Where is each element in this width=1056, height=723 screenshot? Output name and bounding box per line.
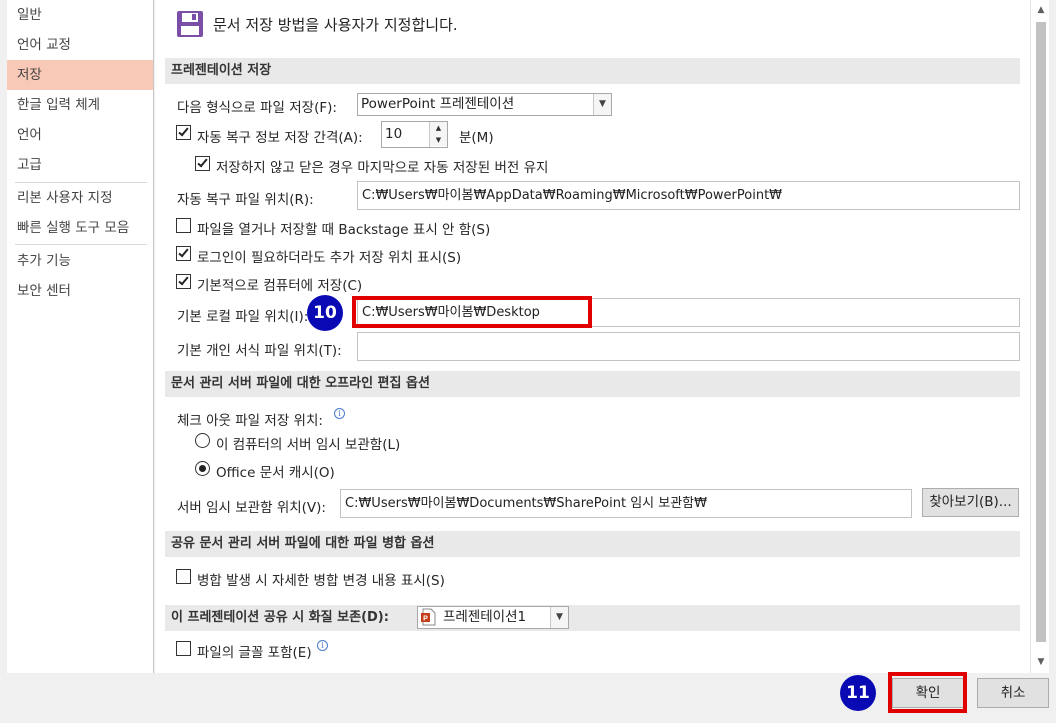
- save-to-computer-label: 기본적으로 컴퓨터에 저장(C): [197, 278, 363, 294]
- save-format-value: PowerPoint 프레젠테이션: [361, 96, 515, 112]
- no-backstage-checkbox[interactable]: [176, 218, 191, 233]
- sidebar-item-korean-input[interactable]: 한글 입력 체계: [7, 90, 153, 120]
- sidebar-item-proofing[interactable]: 언어 교정: [7, 30, 153, 60]
- chevron-down-icon[interactable]: ▼: [550, 607, 568, 628]
- server-drafts-option-label: 이 컴퓨터의 서버 임시 보관함(L): [216, 437, 401, 453]
- step-badge-11: 11: [840, 675, 876, 711]
- scroll-thumb[interactable]: [1036, 22, 1046, 642]
- keep-last-version-label: 저장하지 않고 닫은 경우 마지막으로 자동 저장된 버전 유지: [216, 160, 549, 176]
- personal-templates-label: 기본 개인 서식 파일 위치(T):: [177, 343, 342, 359]
- page-title: 문서 저장 방법을 사용자가 지정합니다.: [213, 16, 458, 34]
- sidebar-item-advanced[interactable]: 고급: [7, 150, 153, 180]
- sidebar-item-customize-ribbon[interactable]: 리본 사용자 지정: [7, 183, 153, 213]
- sidebar-item-quick-access[interactable]: 빠른 실행 도구 모음: [7, 213, 153, 243]
- fidelity-presentation-select[interactable]: 프레젠테이션1 ▼: [417, 606, 569, 629]
- embed-fonts-label: 파일의 글꼴 포함(E): [197, 645, 312, 661]
- embed-fonts-checkbox[interactable]: [176, 641, 191, 656]
- info-icon: i: [334, 408, 345, 419]
- cancel-button[interactable]: 취소: [977, 678, 1049, 708]
- checkout-location-label: 체크 아웃 파일 저장 위치:: [177, 413, 323, 429]
- save-format-label: 다음 형식으로 파일 저장(F):: [177, 100, 337, 116]
- fidelity-presentation-value: 프레젠테이션1: [443, 609, 527, 625]
- autorecover-location-label: 자동 복구 파일 위치(R):: [177, 192, 314, 208]
- scroll-up-icon[interactable]: ▲: [1035, 4, 1047, 16]
- sidebar-item-general[interactable]: 일반: [7, 0, 153, 30]
- options-sidebar: 일반 언어 교정 저장 한글 입력 체계 언어 고급 리본 사용자 지정 빠른 …: [7, 0, 154, 673]
- keep-last-version-checkbox[interactable]: [195, 156, 210, 171]
- section-header-fidelity: 이 프레젠테이션 공유 시 화질 보존(D):: [165, 605, 1020, 631]
- highlight-box-default-location: [352, 296, 592, 328]
- server-drafts-location-input[interactable]: C:₩Users₩마이봄₩Documents₩SharePoint 임시 보관함…: [340, 489, 912, 518]
- save-to-computer-checkbox[interactable]: [176, 274, 191, 289]
- vertical-scrollbar[interactable]: ▲ ▼: [1030, 0, 1049, 673]
- minutes-label: 분(M): [459, 130, 494, 146]
- section-header-merge-options: 공유 문서 관리 서버 파일에 대한 파일 병합 옵션: [165, 531, 1020, 557]
- default-local-location-label: 기본 로컬 파일 위치(I):: [177, 309, 309, 325]
- scroll-down-icon[interactable]: ▼: [1035, 656, 1047, 668]
- browse-button[interactable]: 찾아보기(B)...: [922, 488, 1019, 517]
- sidebar-item-trust-center[interactable]: 보안 센터: [7, 276, 153, 306]
- show-additional-locations-checkbox[interactable]: [176, 246, 191, 261]
- section-header-presentation-save: 프레젠테이션 저장: [165, 58, 1020, 84]
- info-icon: i: [317, 640, 328, 651]
- autorecover-checkbox[interactable]: [176, 125, 191, 140]
- office-cache-option-label: Office 문서 캐시(O): [216, 465, 335, 481]
- sidebar-item-save[interactable]: 저장: [7, 60, 153, 90]
- spin-up-icon[interactable]: ▲: [430, 122, 447, 134]
- server-drafts-radio[interactable]: [195, 433, 210, 448]
- chevron-down-icon[interactable]: ▼: [593, 94, 611, 115]
- step-badge-10: 10: [307, 295, 343, 331]
- show-merge-details-checkbox[interactable]: [176, 569, 191, 584]
- powerpoint-file-icon: P: [421, 608, 436, 626]
- office-cache-radio[interactable]: [195, 461, 210, 476]
- sidebar-item-language[interactable]: 언어: [7, 120, 153, 150]
- no-backstage-label: 파일을 열거나 저장할 때 Backstage 표시 안 함(S): [197, 222, 491, 238]
- svg-text:P: P: [423, 616, 428, 623]
- save-format-select[interactable]: PowerPoint 프레젠테이션 ▼: [357, 93, 612, 116]
- autorecover-label: 자동 복구 정보 저장 간격(A):: [197, 130, 363, 146]
- personal-templates-input[interactable]: [357, 332, 1020, 361]
- sidebar-divider: [15, 244, 147, 245]
- show-merge-details-label: 병합 발생 시 자세한 병합 변경 내용 표시(S): [197, 573, 445, 589]
- save-icon: [177, 11, 203, 37]
- autorecover-minutes-stepper[interactable]: 10 ▲ ▼: [381, 121, 448, 148]
- autorecover-minutes-value: 10: [385, 126, 403, 142]
- highlight-box-ok-button: [888, 672, 967, 713]
- spin-down-icon[interactable]: ▼: [430, 134, 447, 146]
- sidebar-item-add-ins[interactable]: 추가 기능: [7, 246, 153, 276]
- server-drafts-location-label: 서버 임시 보관함 위치(V):: [177, 500, 326, 516]
- show-additional-locations-label: 로그인이 필요하더라도 추가 저장 위치 표시(S): [197, 250, 462, 266]
- autorecover-location-input[interactable]: C:₩Users₩마이봄₩AppData₩Roaming₩Microsoft₩P…: [357, 181, 1020, 210]
- section-header-offline-editing: 문서 관리 서버 파일에 대한 오프라인 편집 옵션: [165, 371, 1020, 397]
